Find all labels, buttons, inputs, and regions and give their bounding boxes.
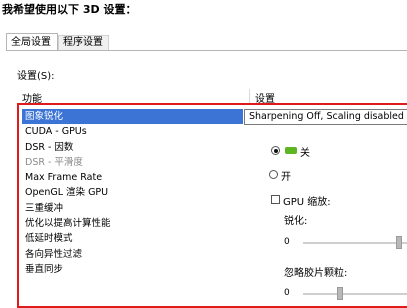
tab-divider [6,50,407,51]
setting-value-field[interactable]: Sharpening Off, Scaling disabled [244,109,407,125]
nvidia-icon [285,147,297,154]
sharpen-min-value: 0 [284,237,290,247]
feature-row-dsr-factors[interactable]: DSR - 因数 [22,140,244,155]
column-header-feature[interactable]: 功能 [17,89,249,105]
tab-global-settings[interactable]: 全局设置 [6,33,58,51]
page-heading: 我希望使用以下 3D 设置： [2,3,137,16]
feature-row-compute-performance[interactable]: 优化以提高计算性能 [22,216,244,231]
feature-row-vertical-sync[interactable]: 垂直同步 [22,262,244,277]
feature-row-opengl-gpu[interactable]: OpenGL 渲染 GPU [22,185,244,200]
feature-row-dsr-smoothness[interactable]: DSR - 平滑度 [22,155,244,170]
radio-on[interactable] [269,170,278,179]
tab-program-settings[interactable]: 程序设置 [58,35,109,50]
radio-off[interactable] [271,146,280,155]
settings-label: 设置(S): [17,71,55,82]
sharpen-slider-track[interactable] [303,242,407,244]
grain-slider-track[interactable] [303,293,407,295]
setting-value-text: Sharpening Off, Scaling disabled [249,111,404,122]
gpu-scaling-checkbox[interactable] [271,195,280,204]
sharpen-label: 锐化: [284,216,308,227]
column-header-setting[interactable]: 设置 [249,89,407,105]
feature-row-max-frame-rate[interactable]: Max Frame Rate [22,170,244,185]
gpu-scaling-label: GPU 缩放: [283,197,331,208]
ignore-grain-label: 忽略胶片颗粒: [284,268,348,279]
feature-row-image-sharpening[interactable]: 图象锐化 [22,109,243,125]
feature-row-low-latency[interactable]: 低延时模式 [22,231,244,246]
feature-row-triple-buffering[interactable]: 三重缓冲 [22,201,244,216]
feature-list: 图象锐化 CUDA - GPUs DSR - 因数 DSR - 平滑度 Max … [22,109,244,277]
feature-row-anisotropic-filtering[interactable]: 各向异性过滤 [22,247,244,262]
radio-on-label: 开 [281,172,291,183]
grain-slider-thumb[interactable] [337,287,343,300]
sharpen-slider-thumb[interactable] [396,236,402,249]
feature-row-cuda-gpus[interactable]: CUDA - GPUs [22,124,244,139]
radio-off-label: 关 [300,148,310,159]
grain-min-value: 0 [284,288,290,298]
